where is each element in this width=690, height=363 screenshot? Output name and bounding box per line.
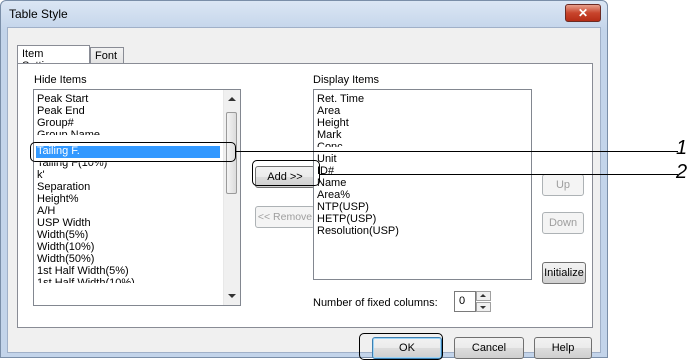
spin-up-icon: [480, 294, 486, 297]
cancel-button[interactable]: Cancel: [454, 337, 524, 359]
list-item[interactable]: Width(5%): [37, 230, 88, 241]
callout-highlight-ok-button: [359, 333, 443, 360]
list-item[interactable]: NTP(USP): [317, 202, 369, 213]
list-item[interactable]: Group#: [37, 118, 74, 129]
display-items-label: Display Items: [313, 74, 380, 86]
list-item[interactable]: Height%: [37, 194, 79, 205]
scroll-up-icon[interactable]: [228, 97, 236, 101]
list-item[interactable]: Area: [317, 106, 340, 117]
list-item[interactable]: 1st Half Width(5%): [37, 266, 129, 277]
hide-items-list[interactable]: Peak Start Peak End Group# Group Name Ta…: [33, 89, 241, 306]
hide-items-scrollbar[interactable]: [223, 90, 240, 305]
list-item[interactable]: Peak End: [37, 106, 85, 117]
close-button[interactable]: ✕: [565, 4, 601, 22]
fixed-columns-label: Number of fixed columns:: [313, 297, 438, 309]
initialize-button[interactable]: Initialize: [542, 262, 586, 284]
spin-down-icon: [480, 306, 486, 309]
list-item[interactable]: Width(50%): [37, 254, 94, 265]
list-item[interactable]: Peak Start: [37, 94, 88, 105]
list-item[interactable]: Height: [317, 118, 349, 129]
list-item[interactable]: Ret. Time: [317, 94, 364, 105]
list-item[interactable]: Mark: [317, 130, 341, 141]
close-icon: ✕: [577, 6, 589, 20]
display-items-list[interactable]: Ret. Time Area Height Mark Conc. Unit ID…: [313, 89, 532, 280]
remove-button[interactable]: << Remove: [255, 206, 315, 228]
hide-items-label: Hide Items: [34, 74, 87, 86]
callout-line-2: [320, 174, 678, 175]
callout-line-1: [236, 151, 678, 152]
list-item[interactable]: Name: [317, 178, 346, 189]
list-item[interactable]: USP Width: [37, 218, 91, 229]
dialog-client-area: Item Settings Font Hide Items Peak Start…: [7, 27, 601, 359]
spin-down-button[interactable]: [476, 302, 491, 312]
list-item[interactable]: k': [37, 170, 45, 181]
help-button[interactable]: Help: [534, 337, 592, 359]
list-item[interactable]: HETP(USP): [317, 214, 376, 225]
tab-font-label: Font: [95, 50, 118, 62]
list-item[interactable]: Group Name: [37, 130, 100, 135]
list-item[interactable]: 1st Half Width(10%): [37, 278, 135, 283]
list-item[interactable]: Separation: [37, 182, 90, 193]
scroll-down-icon[interactable]: [228, 294, 236, 298]
dialog-title: Table Style: [9, 7, 68, 21]
up-button[interactable]: Up: [542, 174, 584, 196]
spin-up-button[interactable]: [476, 291, 491, 301]
callout-highlight-selected-item: [30, 142, 236, 162]
list-item[interactable]: Resolution(USP): [317, 226, 399, 237]
list-item[interactable]: A/H: [37, 206, 55, 217]
list-item[interactable]: Area%: [317, 190, 350, 201]
fixed-columns-input[interactable]: 0: [454, 291, 476, 312]
callout-highlight-add-button: [252, 160, 320, 186]
down-button[interactable]: Down: [542, 212, 584, 234]
callout-number-2: 2: [676, 161, 688, 183]
list-item[interactable]: Width(10%): [37, 242, 94, 253]
fixed-columns-spinner[interactable]: [476, 291, 491, 312]
tab-font[interactable]: Font: [90, 47, 124, 64]
callout-number-1: 1: [676, 137, 688, 159]
item-settings-panel: Hide Items Peak Start Peak End Group# Gr…: [17, 63, 593, 328]
tab-item-settings[interactable]: Item Settings: [17, 45, 90, 72]
title-bar: Table Style ✕: [1, 1, 607, 27]
